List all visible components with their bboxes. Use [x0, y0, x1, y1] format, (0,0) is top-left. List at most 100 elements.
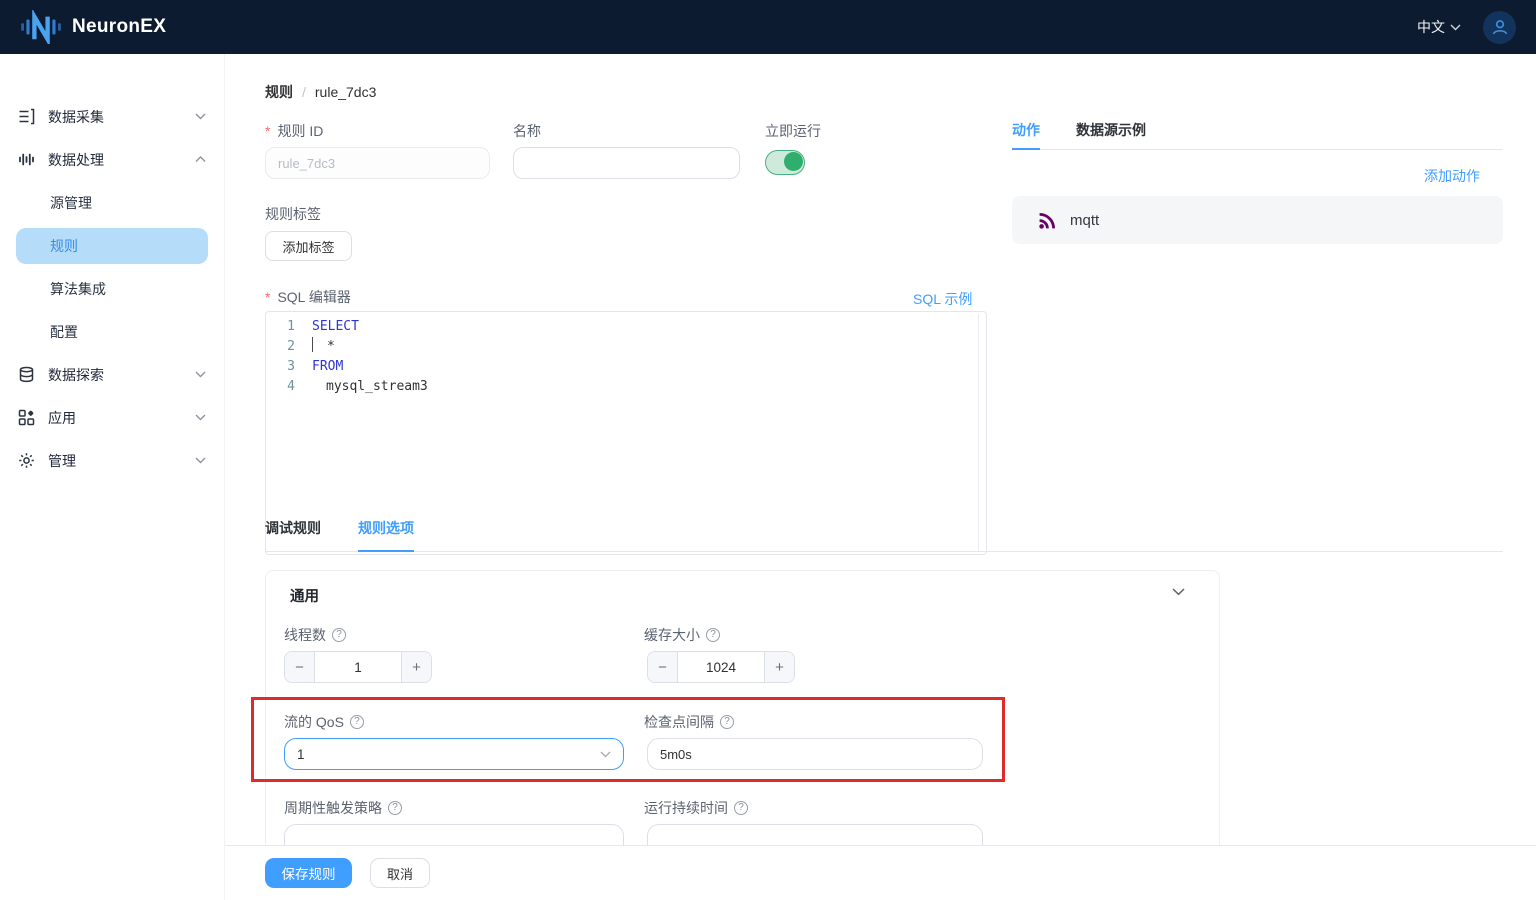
- add-action-link[interactable]: 添加动作: [1424, 166, 1480, 186]
- brand-name: NeuronEX: [72, 16, 166, 38]
- sidebar-item-source-management[interactable]: 源管理: [0, 181, 224, 224]
- user-avatar[interactable]: [1483, 11, 1516, 44]
- name-input[interactable]: [513, 147, 740, 179]
- sidebar: 数据采集 数据处理 源管理 规则 算法集成 配置 数据探索: [0, 54, 225, 900]
- stream-qos-select[interactable]: 1: [284, 738, 624, 770]
- sidebar-item-rules[interactable]: 规则: [16, 228, 208, 264]
- save-rule-button[interactable]: 保存规则: [265, 858, 352, 888]
- run-now-label: 立即运行: [765, 121, 821, 141]
- chevron-down-icon: [195, 371, 206, 378]
- buffer-size-label: 缓存大小 ?: [644, 625, 720, 645]
- name-label: 名称: [513, 121, 541, 141]
- required-mark: *: [265, 289, 270, 305]
- sidebar-item-configuration[interactable]: 配置: [0, 310, 224, 353]
- line-number: 3: [266, 357, 312, 377]
- mqtt-icon: [1038, 211, 1057, 230]
- help-icon[interactable]: ?: [720, 715, 734, 729]
- tab-source-example[interactable]: 数据源示例: [1076, 120, 1146, 140]
- selected-value: 1: [297, 747, 305, 762]
- help-icon[interactable]: ?: [388, 801, 402, 815]
- chevron-up-icon: [195, 156, 206, 163]
- sql-example-link[interactable]: SQL 示例: [913, 289, 972, 309]
- breadcrumb-separator: /: [302, 84, 306, 100]
- help-icon[interactable]: ?: [734, 801, 748, 815]
- sidebar-item-algorithm-integration[interactable]: 算法集成: [0, 267, 224, 310]
- app-header: NeuronEX 中文: [0, 0, 1536, 54]
- code-line: 1 SELECT: [266, 317, 986, 337]
- section-title: 通用: [290, 585, 319, 606]
- checkpoint-interval-input[interactable]: [647, 738, 983, 770]
- rule-id-label: * 规则 ID: [265, 121, 323, 141]
- sidebar-item-data-processing[interactable]: 数据处理: [0, 138, 224, 181]
- sidebar-item-label: 算法集成: [50, 279, 106, 299]
- checkpoint-interval-label: 检查点间隔 ?: [644, 712, 734, 732]
- data-processing-icon: [18, 151, 35, 168]
- sidebar-item-label: 管理: [48, 451, 195, 471]
- stream-qos-label: 流的 QoS ?: [284, 712, 364, 732]
- sql-editor-label: * SQL 编辑器: [265, 287, 351, 307]
- database-icon: [18, 366, 35, 383]
- increment-button[interactable]: +: [402, 652, 431, 682]
- sidebar-item-label: 数据处理: [48, 150, 195, 170]
- breadcrumb-rules-link[interactable]: 规则: [265, 82, 293, 102]
- tab-rule-options[interactable]: 规则选项: [358, 518, 414, 552]
- breadcrumb-current: rule_7dc3: [315, 84, 377, 100]
- sidebar-item-label: 配置: [50, 322, 78, 342]
- periodic-trigger-label: 周期性触发策略 ?: [284, 798, 402, 818]
- data-collection-icon: [18, 108, 35, 125]
- run-now-toggle[interactable]: [765, 150, 805, 175]
- line-number: 1: [266, 317, 312, 337]
- tab-actions[interactable]: 动作: [1012, 120, 1040, 140]
- sidebar-item-label: 应用: [48, 408, 195, 428]
- sidebar-item-applications[interactable]: 应用: [0, 396, 224, 439]
- sidebar-item-label: 数据采集: [48, 107, 195, 127]
- chevron-down-icon: [1450, 24, 1461, 31]
- sidebar-item-management[interactable]: 管理: [0, 439, 224, 482]
- add-tag-button[interactable]: 添加标签: [265, 231, 352, 261]
- decrement-button[interactable]: −: [285, 652, 314, 682]
- sidebar-item-label: 规则: [50, 236, 78, 256]
- line-number: 4: [266, 377, 312, 397]
- toggle-knob: [784, 152, 803, 171]
- line-number: 2: [266, 337, 312, 357]
- sidebar-item-data-exploration[interactable]: 数据探索: [0, 353, 224, 396]
- required-mark: *: [265, 123, 270, 139]
- rule-tags-label: 规则标签: [265, 204, 321, 224]
- code-line: 3 FROM: [266, 357, 986, 377]
- breadcrumb: 规则 / rule_7dc3: [265, 82, 376, 102]
- sidebar-item-label: 数据探索: [48, 365, 195, 385]
- buffer-size-value[interactable]: 1024: [677, 652, 765, 682]
- brand: NeuronEX: [20, 10, 166, 44]
- chevron-down-icon: [195, 457, 206, 464]
- action-item-label: mqtt: [1070, 212, 1099, 229]
- chevron-down-icon: [195, 414, 206, 421]
- language-selector[interactable]: 中文: [1417, 17, 1461, 37]
- cancel-button[interactable]: 取消: [370, 858, 430, 888]
- chevron-down-icon: [195, 113, 206, 120]
- actions-panel-tabs: 动作 数据源示例: [1012, 120, 1503, 150]
- run-duration-label: 运行持续时间 ?: [644, 798, 748, 818]
- thread-count-value[interactable]: 1: [314, 652, 402, 682]
- code-line: 2 *: [266, 337, 986, 357]
- apps-grid-icon: [18, 409, 35, 426]
- increment-button[interactable]: +: [765, 652, 794, 682]
- editor-tabs: 调试规则 规则选项: [265, 518, 1503, 552]
- action-item-mqtt[interactable]: mqtt: [1012, 196, 1503, 244]
- buffer-size-stepper: − 1024 +: [647, 651, 795, 683]
- sidebar-item-data-collection[interactable]: 数据采集: [0, 95, 224, 138]
- chevron-down-icon: [600, 751, 611, 758]
- neuronex-logo-icon: [20, 10, 62, 44]
- tab-debug-rule[interactable]: 调试规则: [265, 518, 321, 551]
- help-icon[interactable]: ?: [332, 628, 346, 642]
- rule-id-input: [265, 147, 490, 179]
- help-icon[interactable]: ?: [706, 628, 720, 642]
- language-label: 中文: [1417, 17, 1445, 37]
- thread-count-stepper: − 1 +: [284, 651, 432, 683]
- footer-bar: 保存规则 取消: [225, 845, 1536, 900]
- general-options-card: 通用 线程数 ? 缓存大小 ? − 1 + − 1024 + 流的 QoS ? …: [265, 570, 1220, 870]
- decrement-button[interactable]: −: [648, 652, 677, 682]
- code-line: 4 mysql_stream3: [266, 377, 986, 397]
- help-icon[interactable]: ?: [350, 715, 364, 729]
- collapse-chevron-icon[interactable]: [1172, 588, 1185, 596]
- sidebar-item-label: 源管理: [50, 193, 92, 213]
